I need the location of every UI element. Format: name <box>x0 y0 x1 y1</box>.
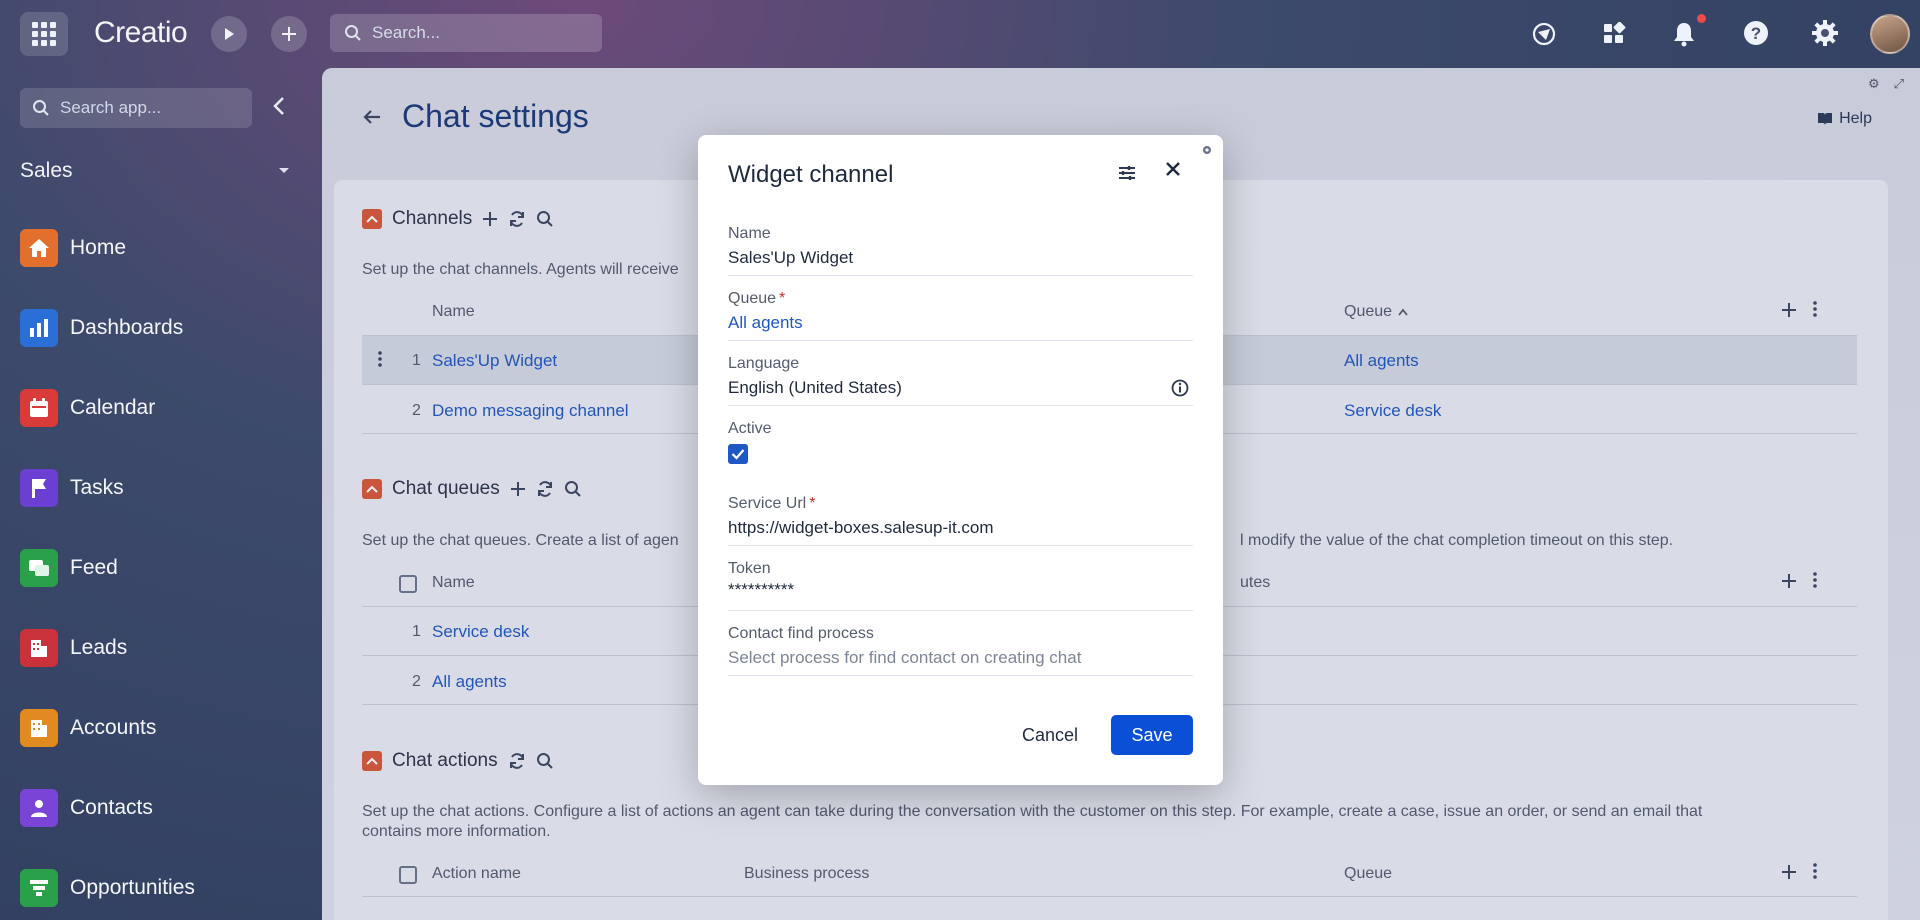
queue-field[interactable]: Queue * All agents <box>728 290 1193 341</box>
chat-icon <box>20 549 58 587</box>
search-icon <box>345 25 361 41</box>
field-label: Active <box>728 420 772 437</box>
chevron-down-icon <box>279 168 289 173</box>
app-search-placeholder: Search app... <box>60 98 162 117</box>
search-icon <box>33 100 49 116</box>
search-placeholder: Search... <box>372 23 441 42</box>
global-search-input[interactable]: Search... <box>330 14 602 52</box>
gear-icon[interactable] <box>1201 143 1213 161</box>
home-icon <box>20 229 58 267</box>
sidebar-item-label: Calendar <box>70 396 156 419</box>
user-avatar[interactable] <box>1870 14 1910 54</box>
field-label: Contact find process <box>728 625 874 642</box>
sidebar-item-label: Opportunities <box>70 876 195 899</box>
creatio-logo: Creatio <box>94 16 188 49</box>
language-field[interactable]: Language English (United States) <box>728 355 1193 406</box>
service-url-value[interactable]: https://widget-boxes.salesup-it.com <box>728 518 994 538</box>
token-value[interactable]: ********** <box>728 580 794 600</box>
field-label: Name <box>728 225 771 242</box>
field-label: Language <box>728 355 800 372</box>
app-designer-icon[interactable] <box>1598 18 1630 50</box>
top-bar: Creatio Search... ? <box>0 0 1920 68</box>
field-label: Queue * <box>728 290 785 308</box>
calendar-icon <box>20 389 58 427</box>
service-url-field[interactable]: Service Url * https://widget-boxes.salesu… <box>728 495 1193 546</box>
workspace-label: Sales <box>20 159 73 182</box>
help-icon[interactable]: ? <box>1739 16 1773 50</box>
sidebar-item-calendar[interactable]: Calendar <box>20 386 300 430</box>
communication-panel-icon[interactable] <box>1528 18 1560 50</box>
sidebar-item-home[interactable]: Home <box>20 226 300 270</box>
widget-channel-dialog: Widget channel Name Sales'Up Widget Queu… <box>698 135 1223 785</box>
token-field[interactable]: Token ********** <box>728 560 1193 611</box>
app-search-input[interactable]: Search app... <box>20 88 252 128</box>
field-label: Service Url * <box>728 495 815 513</box>
sidebar-item-leads[interactable]: Leads <box>20 626 300 670</box>
name-value[interactable]: Sales'Up Widget <box>728 248 853 268</box>
sidebar-item-label: Tasks <box>70 476 124 499</box>
workspace-selector[interactable]: Sales <box>20 156 290 186</box>
language-value[interactable]: English (United States) <box>728 378 902 398</box>
required-mark: * <box>809 495 816 512</box>
sidebar-item-label: Home <box>70 236 127 259</box>
sidebar-item-tasks[interactable]: Tasks <box>20 466 300 510</box>
sidebar-item-feed[interactable]: Feed <box>20 546 300 590</box>
sidebar-item-accounts[interactable]: Accounts <box>20 706 300 750</box>
required-mark: * <box>779 290 786 307</box>
svg-text:?: ? <box>1751 24 1761 43</box>
active-field: Active <box>728 420 1193 480</box>
sidebar: Search app... Sales Home Dashboards Cale… <box>0 68 322 920</box>
label-text: Queue <box>728 290 777 307</box>
field-label: Token <box>728 560 771 577</box>
sidebar-item-dashboards[interactable]: Dashboards <box>20 306 300 350</box>
sidebar-item-label: Leads <box>70 636 128 659</box>
save-button[interactable]: Save <box>1111 715 1193 755</box>
dialog-title: Widget channel <box>728 161 894 188</box>
apps-grid-icon[interactable] <box>20 12 68 56</box>
sliders-icon[interactable] <box>1118 165 1136 186</box>
queue-value-link[interactable]: All agents <box>728 313 803 333</box>
sidebar-item-contacts[interactable]: Contacts <box>20 786 300 830</box>
notifications-icon[interactable] <box>1668 18 1700 50</box>
add-icon[interactable] <box>271 16 307 52</box>
settings-icon[interactable] <box>1808 16 1842 50</box>
building-icon <box>20 709 58 747</box>
sidebar-item-opportunities[interactable]: Opportunities <box>20 866 300 910</box>
dashboard-icon <box>20 309 58 347</box>
info-icon[interactable] <box>1171 379 1189 402</box>
cancel-button[interactable]: Cancel <box>1010 715 1090 755</box>
sidebar-item-label: Feed <box>70 556 118 579</box>
leads-icon <box>20 629 58 667</box>
funnel-icon <box>20 869 58 907</box>
name-field[interactable]: Name Sales'Up Widget <box>728 225 1193 276</box>
person-icon <box>20 789 58 827</box>
sidebar-item-label: Accounts <box>70 716 157 739</box>
sidebar-item-label: Dashboards <box>70 316 184 339</box>
run-process-icon[interactable] <box>211 16 247 52</box>
contact-find-process-field[interactable]: Contact find process Select process for … <box>728 625 1193 676</box>
close-icon[interactable] <box>1165 161 1181 182</box>
label-text: Service Url <box>728 495 807 512</box>
sidebar-item-label: Contacts <box>70 796 153 819</box>
flag-icon <box>20 469 58 507</box>
notification-dot <box>1697 14 1706 23</box>
collapse-sidebar-icon[interactable] <box>272 96 286 121</box>
active-checkbox[interactable] <box>728 444 748 464</box>
checkmark-icon <box>731 449 745 460</box>
contact-find-process-placeholder[interactable]: Select process for find contact on creat… <box>728 648 1081 668</box>
